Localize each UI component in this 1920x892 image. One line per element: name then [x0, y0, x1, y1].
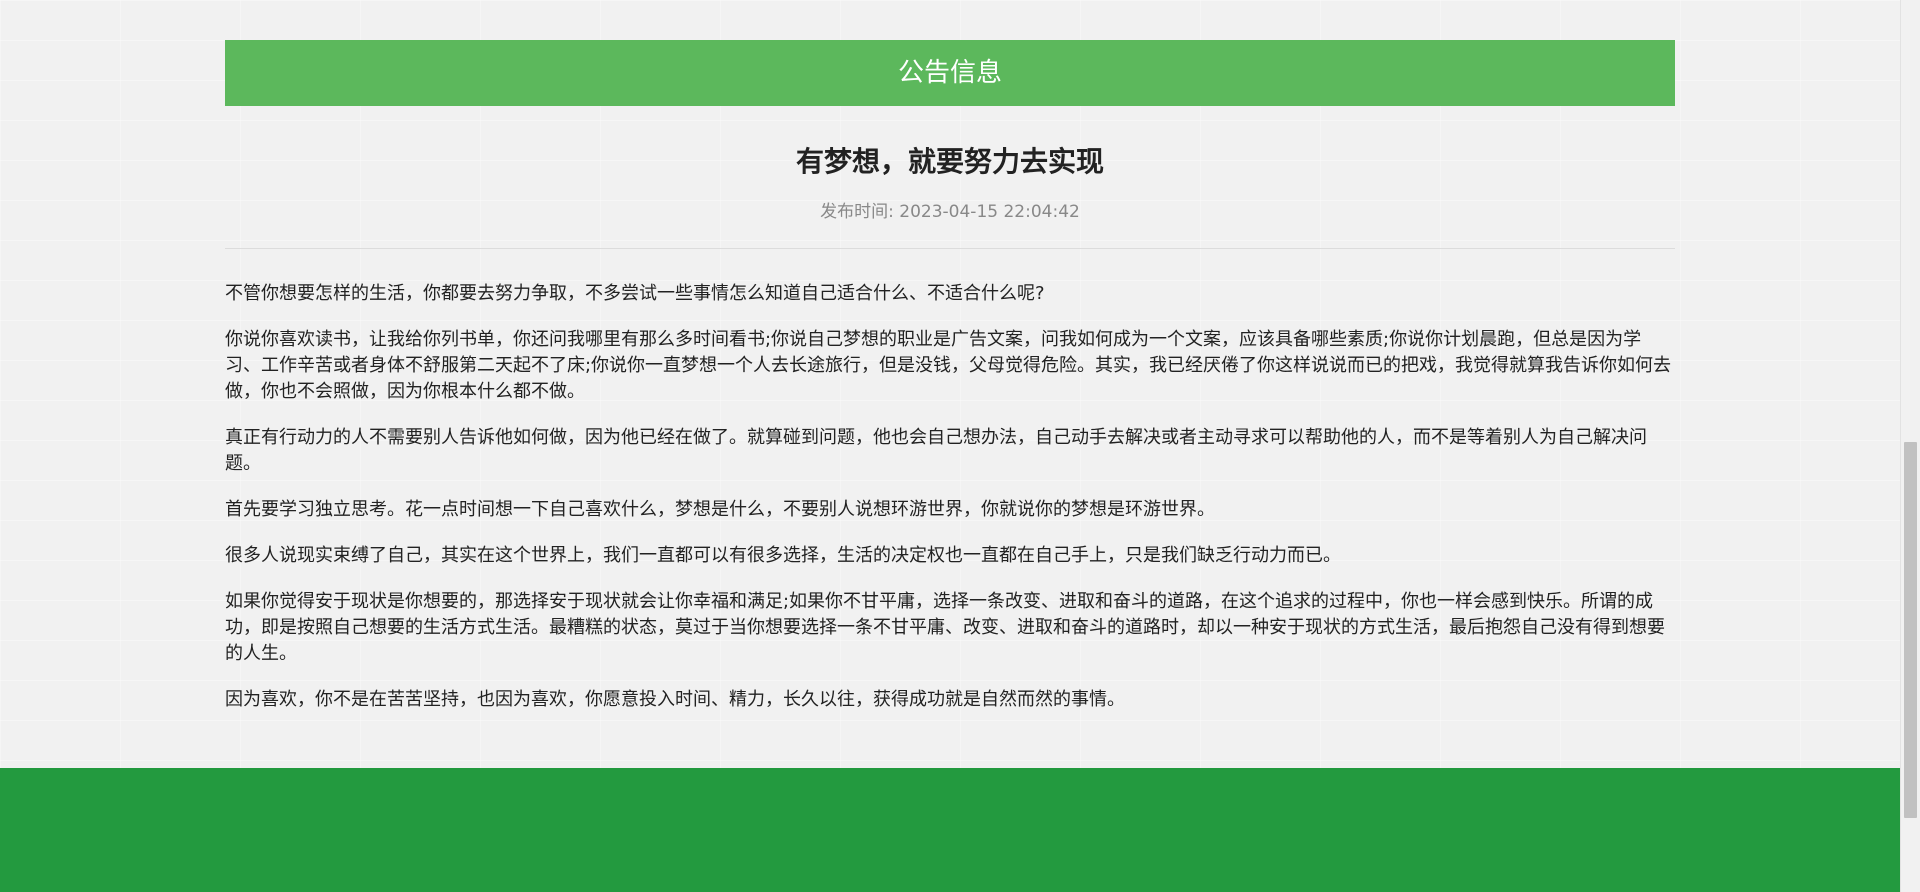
publish-time-value: 2023-04-15 22:04:42 — [899, 202, 1080, 222]
article-meta: 发布时间: 2023-04-15 22:04:42 — [225, 200, 1675, 224]
article-paragraph: 你说你喜欢读书，让我给你列书单，你还问我哪里有那么多时间看书;你说自己梦想的职业… — [225, 329, 1672, 402]
article-paragraph: 因为喜欢，你不是在苦苦坚持，也因为喜欢，你愿意投入时间、精力，长久以往，获得成功… — [225, 689, 1125, 710]
scrollbar-thumb[interactable] — [1904, 442, 1917, 818]
page-footer — [0, 768, 1900, 892]
article-paragraph: 首先要学习独立思考。花一点时间想一下自己喜欢什么，梦想是什么，不要别人说想环游世… — [225, 499, 1215, 520]
article-body: 不管你想要怎样的生活，你都要去努力争取，不多尝试一些事情怎么知道自己适合什么、不… — [225, 281, 1675, 713]
notice-container: 公告信息 有梦想，就要努力去实现 发布时间: 2023-04-15 22:04:… — [225, 40, 1675, 733]
article-paragraph: 不管你想要怎样的生活，你都要去努力争取，不多尝试一些事情怎么知道自己适合什么、不… — [225, 283, 1045, 304]
article-paragraph: 真正有行动力的人不需要别人告诉他如何做，因为他已经在做了。就算碰到问题，他也会自… — [225, 427, 1647, 474]
vertical-scrollbar[interactable] — [1900, 0, 1920, 892]
article-title: 有梦想，就要努力去实现 — [795, 145, 1104, 178]
article-paragraph: 如果你觉得安于现状是你想要的，那选择安于现状就会让你幸福和满足;如果你不甘平庸，… — [225, 591, 1665, 664]
publish-time-label: 发布时间: — [820, 202, 894, 222]
article-paragraph: 很多人说现实束缚了自己，其实在这个世界上，我们一直都可以有很多选择，生活的决定权… — [225, 545, 1341, 566]
notice-header: 公告信息 — [225, 40, 1675, 106]
page: 公告信息 有梦想，就要努力去实现 发布时间: 2023-04-15 22:04:… — [0, 0, 1900, 892]
divider — [225, 248, 1675, 249]
